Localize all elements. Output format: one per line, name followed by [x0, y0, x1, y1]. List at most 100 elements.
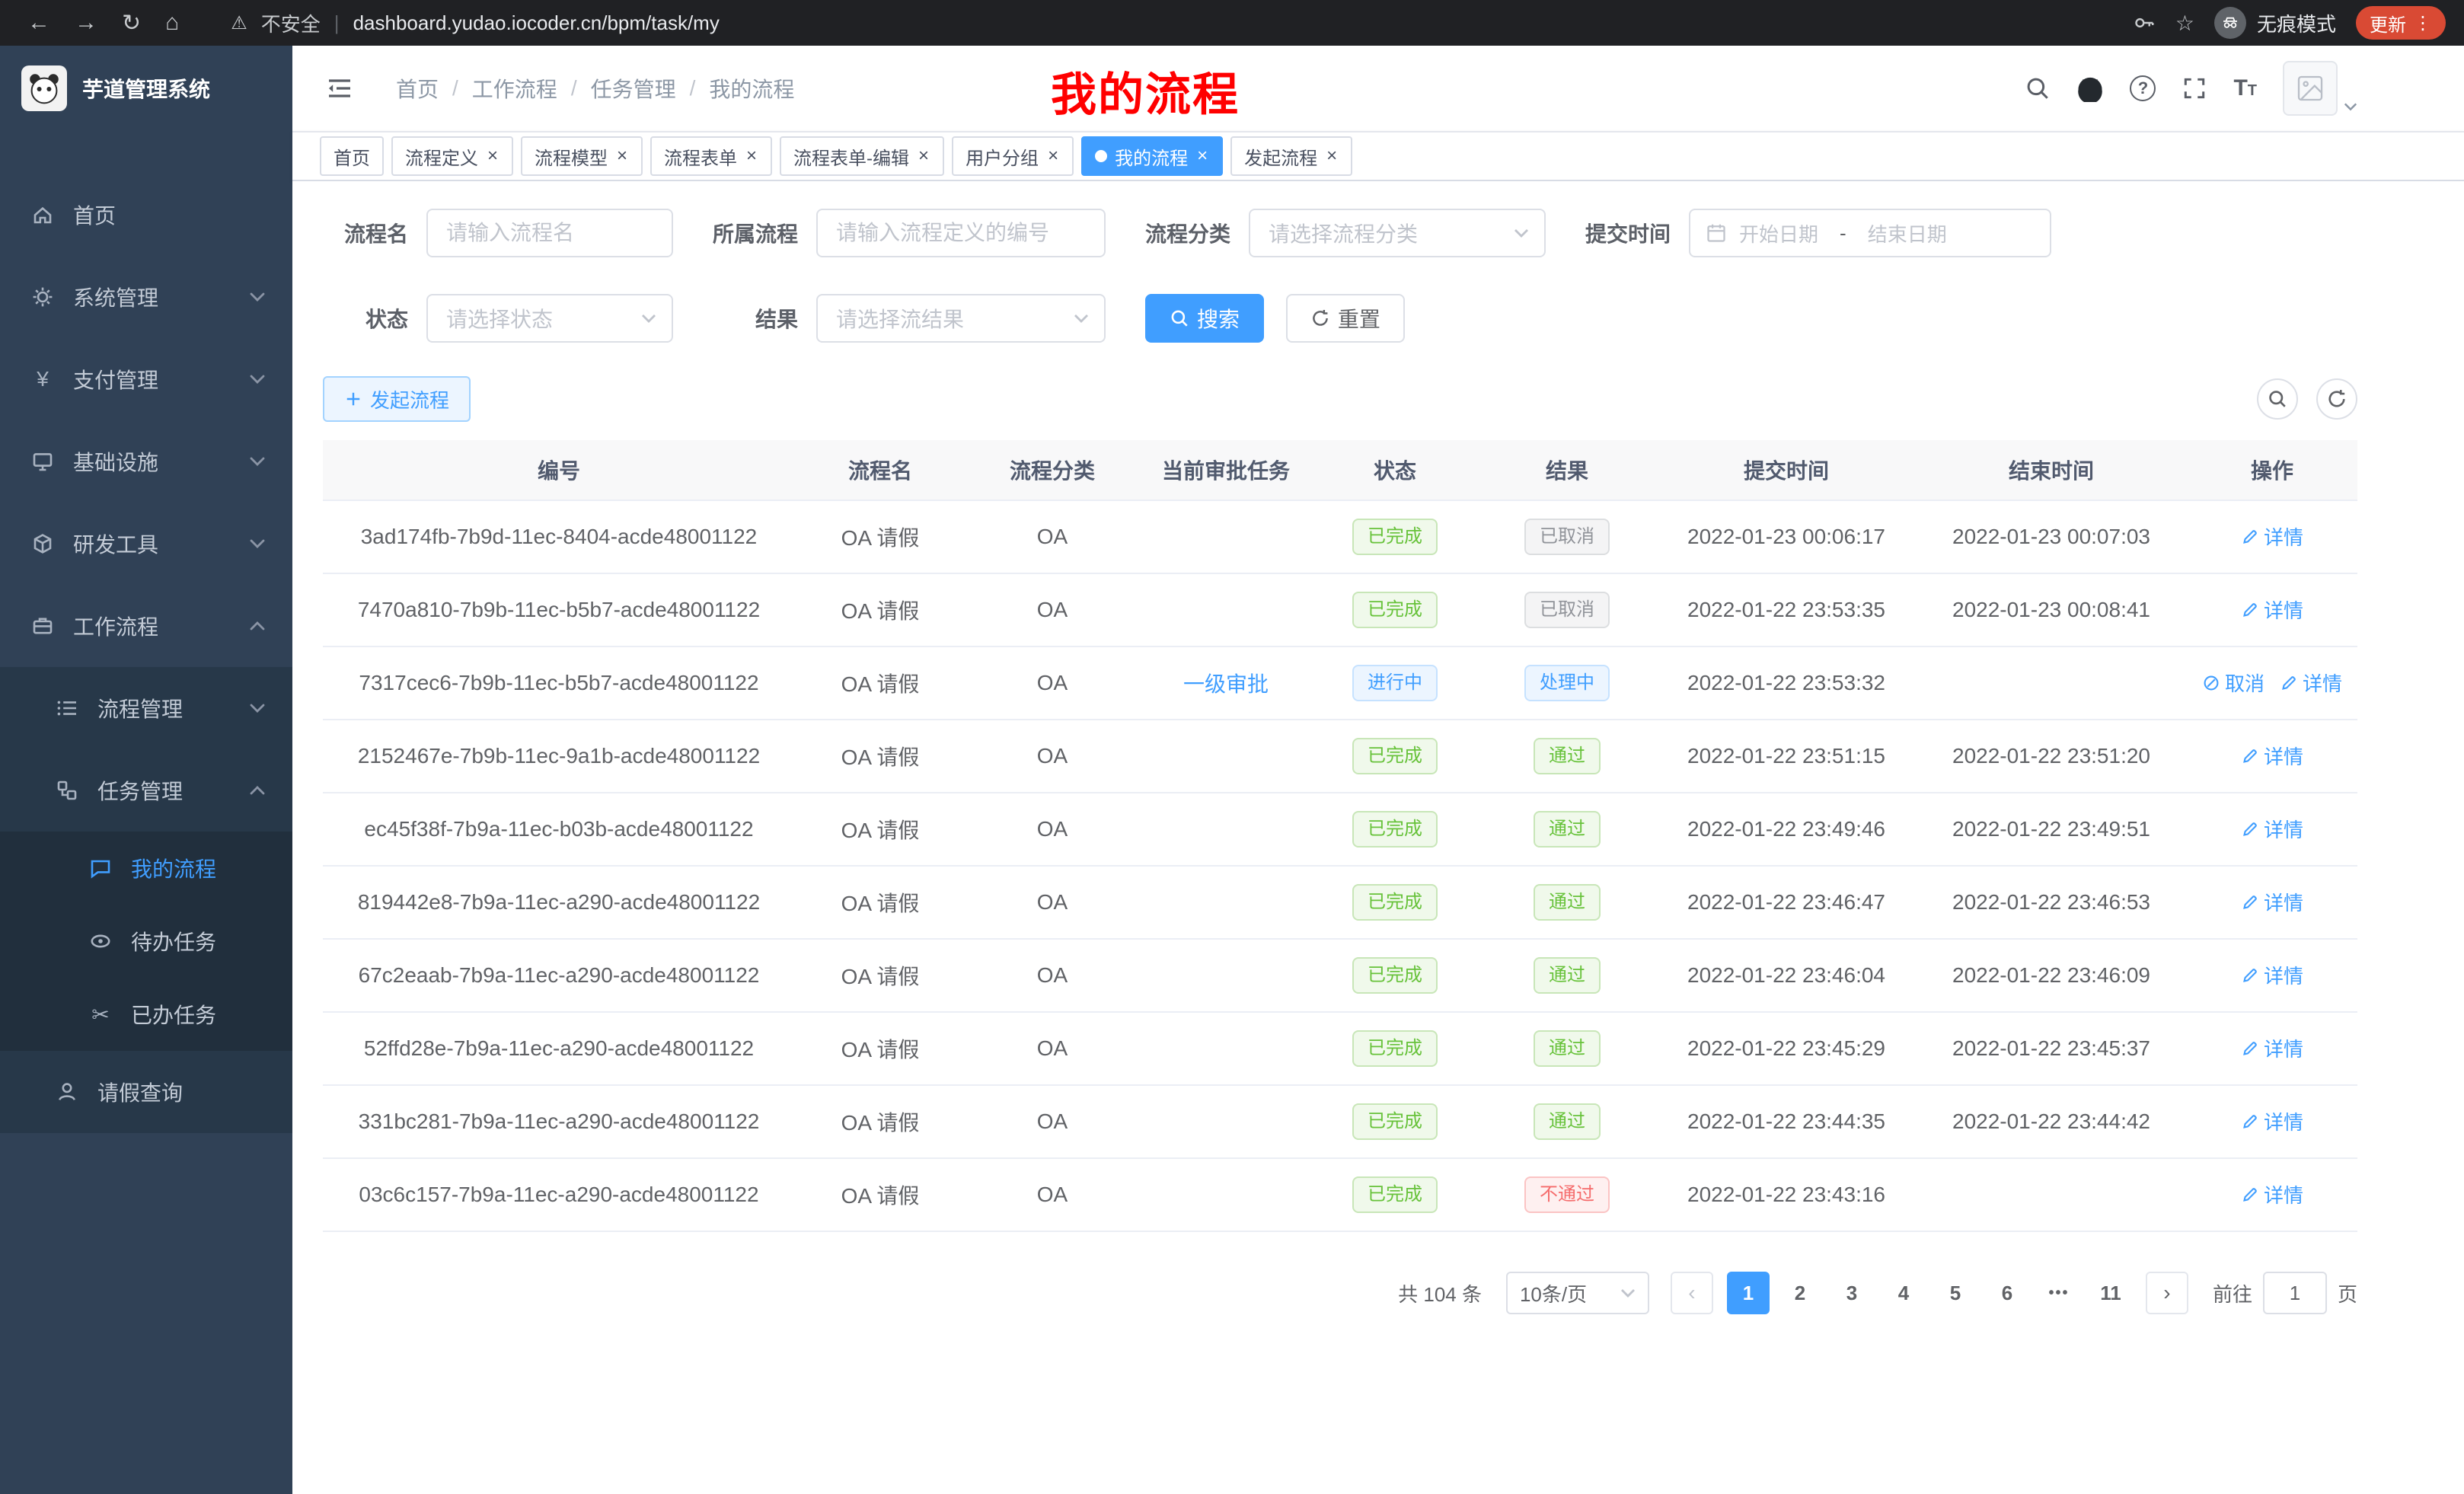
row-end-time: 2022-01-22 23:51:20: [1916, 744, 2187, 768]
current-task-link[interactable]: 一级审批: [1183, 672, 1269, 696]
sidebar-item-dev-tools[interactable]: 研发工具: [0, 503, 292, 585]
row-end-time: 2022-01-22 23:46:53: [1916, 890, 2187, 915]
chevron-down-icon: [250, 292, 265, 302]
result-select[interactable]: 请选择流结果: [816, 294, 1106, 343]
breadcrumb-home[interactable]: 首页: [396, 73, 439, 104]
tab-close-icon[interactable]: ×: [1325, 145, 1339, 167]
sidebar-item-done-tasks[interactable]: ✂ 已办任务: [0, 978, 292, 1051]
tab-close-icon[interactable]: ×: [917, 145, 930, 167]
tab[interactable]: 流程表单 ×: [650, 136, 772, 176]
breadcrumb-task-management[interactable]: 任务管理: [591, 73, 676, 104]
logo-image: [21, 65, 67, 111]
page-number-button[interactable]: •••: [2038, 1272, 2080, 1314]
sidebar-item-payment[interactable]: ¥ 支付管理: [0, 338, 292, 420]
app-title: 芋道管理系统: [82, 73, 210, 104]
search-button[interactable]: 搜索: [1145, 294, 1264, 343]
user-menu[interactable]: [2283, 61, 2357, 116]
detail-link[interactable]: 详情: [2241, 1180, 2303, 1208]
sidebar-item-workflow[interactable]: 工作流程: [0, 585, 292, 667]
font-size-icon[interactable]: TT: [2233, 75, 2257, 101]
result-badge: 通过: [1534, 811, 1601, 848]
parent-process-input[interactable]: [816, 209, 1106, 257]
detail-link[interactable]: 详情: [2241, 1034, 2303, 1062]
detail-link[interactable]: 详情: [2241, 1107, 2303, 1135]
detail-link[interactable]: 详情: [2241, 742, 2303, 770]
create-process-button[interactable]: 发起流程: [323, 376, 471, 422]
key-icon[interactable]: [2133, 11, 2156, 34]
update-button[interactable]: 更新 ⋮: [2356, 6, 2446, 40]
tab-close-icon[interactable]: ×: [615, 145, 629, 167]
status-select[interactable]: 请选择状态: [426, 294, 673, 343]
sidebar-item-process-management[interactable]: 流程管理: [0, 667, 292, 749]
tab-close-icon[interactable]: ×: [745, 145, 758, 167]
sidebar-item-todo-tasks[interactable]: 待办任务: [0, 905, 292, 978]
sidebar-toggle-icon[interactable]: [317, 65, 362, 111]
toggle-search-icon[interactable]: [2257, 378, 2298, 420]
avatar[interactable]: [2283, 61, 2338, 116]
help-icon[interactable]: ?: [2130, 75, 2156, 101]
breadcrumb-workflow[interactable]: 工作流程: [472, 73, 557, 104]
tab[interactable]: 发起流程 ×: [1230, 136, 1352, 176]
next-page-button[interactable]: ›: [2146, 1272, 2188, 1314]
browser-forward-icon[interactable]: →: [75, 10, 97, 36]
tab-close-icon[interactable]: ×: [1046, 145, 1060, 167]
row-actions: 详情: [2187, 888, 2357, 917]
process-name-input[interactable]: [426, 209, 673, 257]
table-row: 331bc281-7b9a-11ec-a290-acde48001122 OA …: [323, 1086, 2357, 1159]
menu-dots-icon[interactable]: ⋮: [2414, 12, 2432, 34]
reset-button[interactable]: 重置: [1286, 294, 1405, 343]
security-label: 不安全: [261, 9, 321, 37]
tab[interactable]: 首页: [320, 136, 384, 176]
submit-time-range-input[interactable]: 开始日期 - 结束日期: [1689, 209, 2051, 257]
tab[interactable]: 流程模型 ×: [521, 136, 643, 176]
chevron-down-icon[interactable]: [2344, 102, 2357, 116]
page-number-button[interactable]: 3: [1830, 1272, 1873, 1314]
page-number-button[interactable]: 6: [1986, 1272, 2028, 1314]
sidebar-item-infrastructure[interactable]: 基础设施: [0, 420, 292, 503]
sidebar-item-system[interactable]: 系统管理: [0, 256, 292, 338]
tab[interactable]: 我的流程 ×: [1081, 136, 1223, 176]
search-icon[interactable]: [2025, 75, 2051, 101]
page-number-button[interactable]: 11: [2089, 1272, 2132, 1314]
browser-back-icon[interactable]: ←: [27, 10, 50, 36]
edit-icon: [2241, 1186, 2259, 1204]
tab[interactable]: 用户分组 ×: [952, 136, 1074, 176]
page-number-button[interactable]: 4: [1882, 1272, 1925, 1314]
detail-link[interactable]: 详情: [2241, 961, 2303, 989]
page-number-button[interactable]: 5: [1934, 1272, 1977, 1314]
warning-icon: ⚠: [231, 12, 247, 34]
sidebar-item-home[interactable]: 首页: [0, 174, 292, 256]
browser-home-icon[interactable]: ⌂: [165, 10, 179, 36]
annotation-my-process: 我的流程: [1051, 58, 1240, 124]
page-size-select[interactable]: 10条/页: [1506, 1272, 1649, 1314]
chevron-down-icon: [250, 704, 265, 713]
detail-link[interactable]: 详情: [2241, 888, 2303, 916]
tab-close-icon[interactable]: ×: [486, 145, 500, 167]
github-icon[interactable]: [2076, 75, 2104, 102]
app-logo[interactable]: 芋道管理系统: [0, 46, 292, 131]
sidebar-item-task-management[interactable]: 任务管理: [0, 749, 292, 832]
category-select[interactable]: 请选择流程分类: [1249, 209, 1546, 257]
detail-link[interactable]: 详情: [2241, 815, 2303, 843]
goto-page-input[interactable]: [2263, 1272, 2327, 1314]
detail-link[interactable]: 详情: [2241, 595, 2303, 624]
tab[interactable]: 流程定义 ×: [391, 136, 513, 176]
address-bar[interactable]: ⚠ 不安全 | dashboard.yudao.iocoder.cn/bpm/t…: [231, 9, 2133, 37]
page-number-button[interactable]: 2: [1779, 1272, 1821, 1314]
browser-reload-icon[interactable]: ↻: [122, 10, 141, 37]
fullscreen-icon[interactable]: [2182, 75, 2207, 101]
cancel-link[interactable]: 取消: [2202, 669, 2265, 697]
sidebar-item-leave-query[interactable]: 请假查询: [0, 1051, 292, 1133]
tab-close-icon[interactable]: ×: [1195, 145, 1209, 167]
row-id: ec45f38f-7b9a-11ec-b03b-acde48001122: [323, 817, 795, 841]
page-number-button[interactable]: 1: [1727, 1272, 1770, 1314]
row-submit-time: 2022-01-22 23:53:32: [1657, 671, 1916, 695]
sidebar-item-my-process[interactable]: 我的流程: [0, 832, 292, 905]
row-process-name: OA 请假: [795, 814, 965, 844]
tab[interactable]: 流程表单-编辑 ×: [780, 136, 944, 176]
refresh-table-icon[interactable]: [2316, 378, 2357, 420]
bookmark-star-icon[interactable]: ☆: [2175, 11, 2194, 36]
detail-link[interactable]: 详情: [2241, 522, 2303, 551]
prev-page-button[interactable]: ‹: [1671, 1272, 1713, 1314]
detail-link[interactable]: 详情: [2280, 669, 2342, 697]
